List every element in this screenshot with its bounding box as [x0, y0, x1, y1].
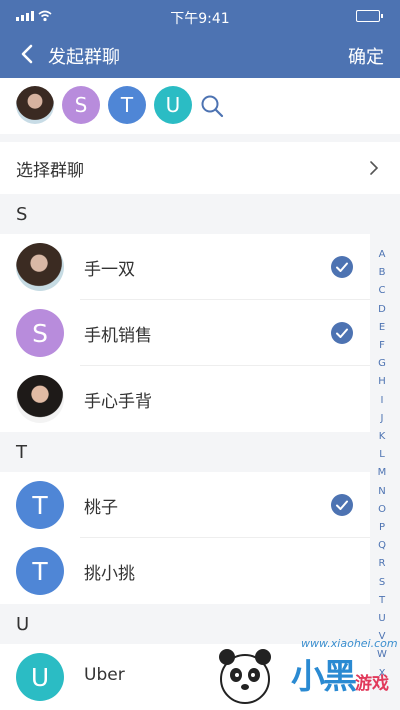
battery-icon — [356, 10, 383, 22]
avatar: T — [16, 481, 64, 529]
selected-avatar[interactable]: S — [62, 86, 100, 124]
panda-mascot-icon — [219, 649, 271, 704]
contact-row[interactable]: T 桃子 — [0, 472, 370, 538]
alphabet-letter[interactable]: J — [381, 410, 384, 428]
alphabet-letter[interactable]: L — [379, 446, 385, 464]
alphabet-letter[interactable]: E — [379, 319, 385, 337]
contact-name: 手一双 — [84, 260, 135, 280]
section-header: T — [16, 442, 27, 463]
alphabet-letter[interactable]: H — [378, 373, 386, 391]
watermark-text: 小黑 — [291, 657, 357, 697]
status-time: 下午9:41 — [170, 11, 230, 27]
alphabet-letter[interactable]: U — [378, 610, 385, 628]
section-header: S — [16, 204, 28, 225]
alphabet-letter[interactable]: D — [378, 301, 386, 319]
alphabet-letter[interactable]: K — [379, 428, 386, 446]
status-bar: 下午9:41 — [0, 0, 400, 32]
alphabet-letter[interactable]: A — [379, 246, 386, 264]
alphabet-letter[interactable]: T — [379, 592, 385, 610]
contact-name: 手心手背 — [84, 392, 152, 412]
contact-row[interactable]: T 挑小挑 — [0, 538, 370, 604]
nav-bar: 发起群聊 确定 — [0, 32, 400, 78]
selected-avatar[interactable]: T — [108, 86, 146, 124]
confirm-button[interactable]: 确定 — [348, 43, 384, 69]
alphabet-letter[interactable]: F — [379, 337, 385, 355]
watermark-logo: www.xiaohei.com 小黑 游戏 — [205, 635, 400, 710]
section-header: U — [16, 614, 30, 635]
alphabet-letter[interactable]: Q — [378, 537, 386, 555]
avatar: S — [16, 309, 64, 357]
chevron-right-icon — [370, 161, 379, 175]
alphabet-letter[interactable]: O — [378, 501, 386, 519]
checkmark-icon[interactable] — [331, 494, 353, 516]
selected-avatar[interactable]: U — [154, 86, 192, 124]
avatar: T — [16, 547, 64, 595]
checkmark-icon[interactable] — [331, 256, 353, 278]
alphabet-letter[interactable]: P — [379, 519, 385, 537]
checkmark-icon[interactable] — [331, 322, 353, 344]
avatar — [16, 375, 64, 423]
avatar — [16, 243, 64, 291]
selected-avatar[interactable] — [16, 86, 54, 124]
alphabet-letter[interactable]: I — [381, 392, 384, 410]
alphabet-letter[interactable]: M — [378, 464, 387, 482]
search-icon[interactable] — [200, 94, 224, 118]
alphabet-letter[interactable]: B — [379, 264, 386, 282]
selected-members-bar: STU — [0, 78, 400, 134]
avatar: U — [16, 653, 64, 701]
select-group-row[interactable]: 选择群聊 — [0, 142, 400, 194]
watermark-subtext: 游戏 — [355, 674, 389, 694]
alphabet-letter[interactable]: N — [378, 483, 385, 501]
page-title: 发起群聊 — [48, 47, 120, 68]
alphabet-letter[interactable]: C — [379, 282, 386, 300]
alphabet-letter[interactable]: S — [379, 574, 385, 592]
contact-name: 手机销售 — [84, 326, 152, 346]
contact-row[interactable]: 手一双 — [0, 234, 370, 300]
contact-name: 桃子 — [84, 498, 118, 518]
alphabet-letter[interactable]: R — [379, 555, 386, 573]
contact-name: 挑小挑 — [84, 564, 135, 584]
alphabet-index[interactable]: ABCDEFGHIJKLMNOPQRSTUVWX — [372, 246, 392, 683]
select-group-label: 选择群聊 — [16, 161, 84, 181]
contact-name: Uber — [84, 665, 125, 685]
contact-row[interactable]: 手心手背 — [0, 366, 370, 432]
contact-row[interactable]: S 手机销售 — [0, 300, 370, 366]
chevron-left-icon[interactable] — [18, 43, 38, 65]
alphabet-letter[interactable]: G — [378, 355, 386, 373]
